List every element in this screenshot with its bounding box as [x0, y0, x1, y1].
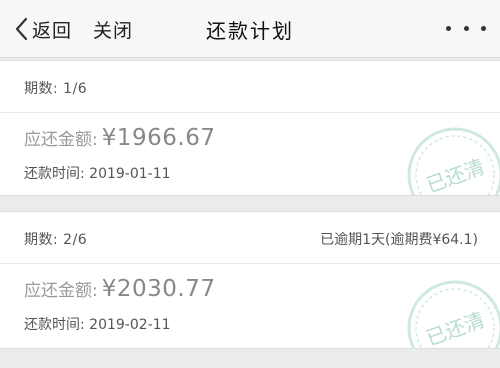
amount-value: ¥2030.77: [101, 276, 216, 302]
stamp-text: 已还清: [423, 154, 488, 196]
overdue-label: 已逾期1天(逾期费¥64.1): [320, 232, 478, 248]
paid-stamp-icon: 已还清: [407, 127, 500, 196]
due-time: 还款时间: 2019-01-11: [24, 166, 171, 182]
more-dots-icon[interactable]: [446, 21, 486, 35]
back-label: 返回: [32, 19, 73, 42]
amount-label: 应还金额:: [24, 281, 98, 301]
amount-value: ¥1966.67: [101, 125, 216, 151]
installment-card: 期数: 2/6 已逾期1天(逾期费¥64.1) 应还金额: ¥2030.77 还…: [0, 211, 500, 349]
paid-stamp-icon: 已还清: [407, 280, 500, 349]
installment-card: 期数: 1/6 应还金额: ¥1966.67 还款时间: 2019-01-11 …: [0, 60, 500, 196]
nav-bar: 返回 关闭 还款计划: [0, 0, 500, 58]
period-label: 期数: 1/6: [24, 81, 88, 97]
period-label: 期数: 2/6: [24, 232, 88, 248]
stamp-text: 已还清: [423, 307, 488, 349]
chevron-left-icon: [14, 17, 28, 41]
installment-header: 期数: 2/6 已逾期1天(逾期费¥64.1): [0, 212, 500, 264]
page-title: 还款计划: [206, 19, 294, 43]
back-button[interactable]: 返回: [14, 14, 72, 44]
amount-label: 应还金额:: [24, 130, 98, 150]
due-time: 还款时间: 2019-02-11: [24, 317, 171, 333]
installment-header: 期数: 1/6: [0, 61, 500, 113]
close-button[interactable]: 关闭: [93, 16, 133, 43]
